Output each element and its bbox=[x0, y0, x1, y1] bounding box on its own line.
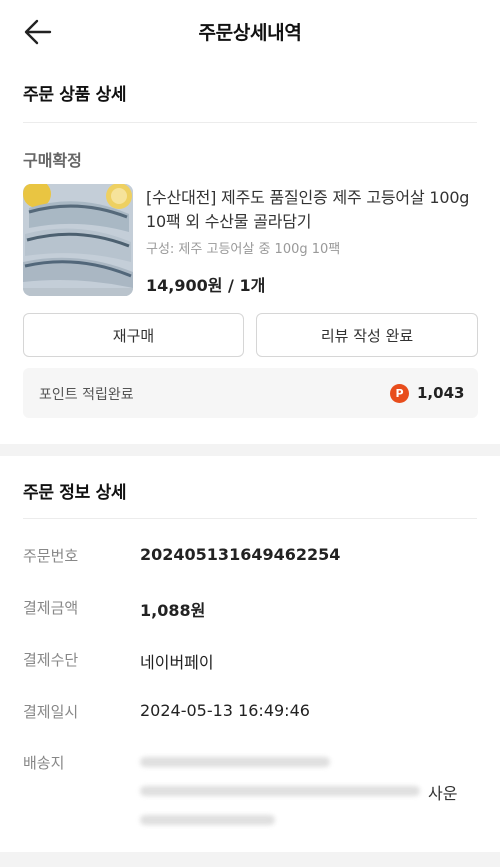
point-label: 포인트 적립완료 bbox=[39, 387, 134, 403]
product-name[interactable]: [수산대전] 제주도 품질인증 제주 고등어살 100g 10팩 외 수산물 골… bbox=[146, 186, 476, 234]
divider bbox=[23, 518, 477, 519]
page-title: 주문상세내역 bbox=[198, 22, 302, 44]
payment-method-label: 결제수단 bbox=[23, 651, 79, 669]
payment-method-value: 네이버페이 bbox=[140, 653, 214, 672]
top-header: 주문상세내역 bbox=[0, 0, 500, 62]
blurred-address-line bbox=[140, 815, 275, 825]
bottom-separator bbox=[0, 852, 500, 867]
address-visible-fragment: 사운 bbox=[428, 784, 458, 803]
payment-amount-value: 1,088원 bbox=[140, 601, 206, 620]
product-price: 14,900원 / 1개 bbox=[146, 276, 266, 295]
order-status: 구매확정 bbox=[23, 151, 82, 170]
shipping-address-label: 배송지 bbox=[23, 754, 65, 772]
rebuy-button[interactable]: 재구매 bbox=[23, 313, 244, 357]
payment-amount-label: 결제금액 bbox=[23, 599, 79, 617]
product-section-title: 주문 상품 상세 bbox=[23, 85, 127, 105]
point-icon: P bbox=[390, 384, 409, 403]
order-number-value: 202405131649462254 bbox=[140, 545, 341, 564]
divider bbox=[23, 122, 477, 123]
blurred-address-line bbox=[140, 786, 420, 796]
order-number-label: 주문번호 bbox=[23, 547, 79, 565]
section-separator bbox=[0, 444, 500, 456]
product-option: 구성: 제주 고등어살 중 100g 10팩 bbox=[146, 242, 341, 257]
product-thumbnail[interactable] bbox=[23, 184, 133, 296]
payment-date-label: 결제일시 bbox=[23, 703, 79, 721]
order-info-section-title: 주문 정보 상세 bbox=[23, 483, 127, 503]
blurred-address-line bbox=[140, 757, 330, 767]
review-complete-button[interactable]: 리뷰 작성 완료 bbox=[256, 313, 478, 357]
point-status-box: 포인트 적립완료 P 1,043 bbox=[23, 368, 478, 418]
payment-date-value: 2024-05-13 16:49:46 bbox=[140, 701, 310, 720]
point-value: 1,043 bbox=[417, 384, 465, 402]
